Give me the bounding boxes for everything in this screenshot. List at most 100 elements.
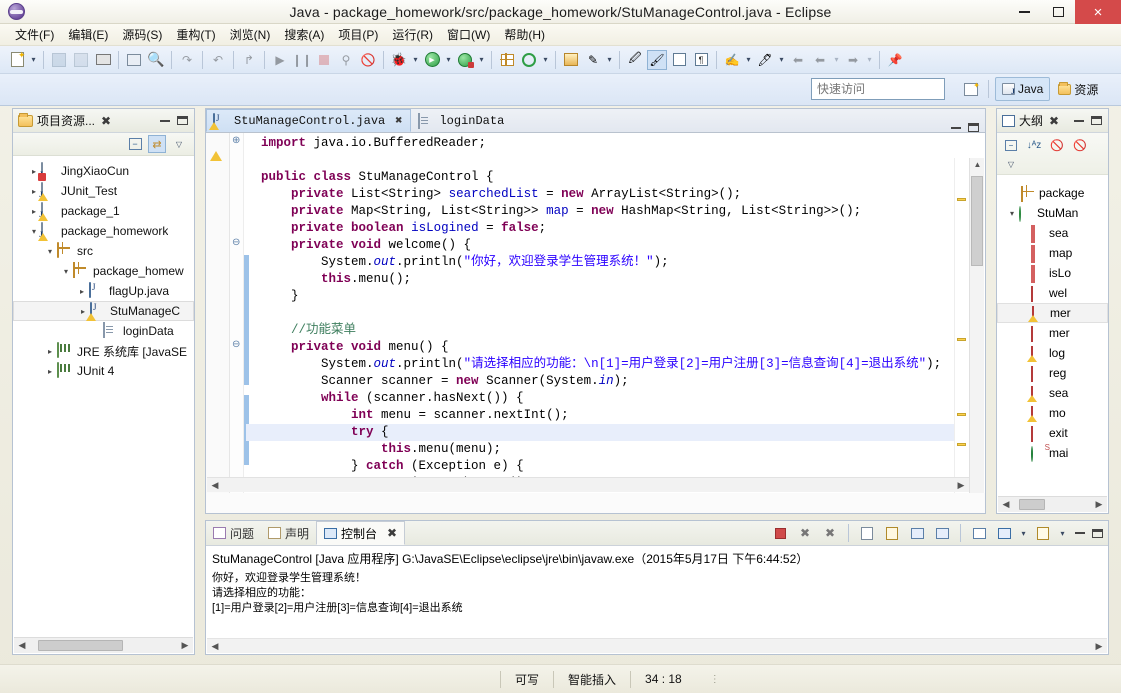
tab-logindata[interactable]: loginData bbox=[411, 109, 513, 132]
editor-code-area[interactable]: import java.io.BufferedReader; public cl… bbox=[246, 133, 963, 493]
save-all-button[interactable] bbox=[71, 50, 91, 70]
outline-item-search[interactable]: sea bbox=[997, 383, 1108, 403]
fold-toggle-icon[interactable]: ⊕ bbox=[232, 135, 240, 146]
run-button[interactable]: ▶ bbox=[422, 50, 442, 70]
pilcrow-button[interactable]: ¶ bbox=[691, 50, 711, 70]
tree-expander[interactable]: ▸ bbox=[43, 347, 57, 356]
open-type-button[interactable] bbox=[561, 50, 581, 70]
outline-item-modify[interactable]: mo bbox=[997, 403, 1108, 423]
perspective-resource[interactable]: 资源 bbox=[1052, 77, 1104, 101]
run-coverage-button[interactable] bbox=[455, 50, 475, 70]
display-selected-console-button[interactable] bbox=[994, 523, 1014, 543]
tree-expander[interactable]: ▸ bbox=[43, 367, 57, 376]
overview-warning-marker[interactable] bbox=[957, 338, 966, 341]
maximize-button[interactable] bbox=[1041, 0, 1075, 24]
tab-console[interactable]: 控制台 ✖ bbox=[316, 521, 406, 545]
tree-item-package-homework[interactable]: ▾ package_homework bbox=[13, 221, 194, 241]
disconnect-button[interactable]: ⚲ bbox=[336, 50, 356, 70]
sort-button[interactable]: ↓ᴬz bbox=[1025, 136, 1043, 154]
quick-access-input[interactable] bbox=[811, 78, 945, 100]
fold-toggle-icon[interactable]: ⊖ bbox=[232, 339, 240, 350]
new-class-dropdown-icon[interactable]: ▾ bbox=[604, 51, 615, 69]
outline-item-map[interactable]: map bbox=[997, 243, 1108, 263]
project-explorer-maximize-icon[interactable] bbox=[177, 116, 188, 125]
back-dropdown-icon[interactable]: ▾ bbox=[831, 51, 842, 69]
show-console-button[interactable] bbox=[907, 523, 927, 543]
menu-source[interactable]: 源码(S) bbox=[115, 24, 169, 45]
outline-item-welcome[interactable]: wel bbox=[997, 283, 1108, 303]
project-explorer-close-icon[interactable]: ✖ bbox=[101, 114, 111, 128]
tree-item-stumanagecontrol-java[interactable]: ▸ StuManageC bbox=[13, 301, 194, 321]
scroll-right-icon[interactable]: ▶ bbox=[177, 640, 193, 651]
outline-minimize-icon[interactable] bbox=[1074, 119, 1084, 122]
search-button[interactable]: 🔍 bbox=[146, 50, 166, 70]
toggle-mark-occurrences-button[interactable]: 🖉 bbox=[625, 50, 645, 70]
tab-declaration[interactable]: 声明 bbox=[261, 521, 316, 545]
outline-item-islogined[interactable]: isLo bbox=[997, 263, 1108, 283]
editor-tab-close-icon[interactable]: ✖ bbox=[395, 113, 402, 128]
scroll-right-icon[interactable]: ▶ bbox=[1091, 499, 1107, 510]
outline-item-package[interactable]: package bbox=[997, 183, 1108, 203]
forward-back-button[interactable]: ⬅ bbox=[810, 50, 830, 70]
editor-vscrollbar[interactable]: ▲ ▼ bbox=[969, 158, 984, 493]
menu-navigate[interactable]: 浏览(N) bbox=[223, 24, 278, 45]
menu-run[interactable]: 运行(R) bbox=[385, 24, 440, 45]
console-minimize-icon[interactable] bbox=[1075, 532, 1085, 534]
tree-item-logindata[interactable]: loginData bbox=[13, 321, 194, 341]
tree-item-package-homew[interactable]: ▾ package_homew bbox=[13, 261, 194, 281]
outline-item-class[interactable]: ▾ StuMan bbox=[997, 203, 1108, 223]
tree-item-flagup-java[interactable]: ▸ flagUp.java bbox=[13, 281, 194, 301]
scroll-left-icon[interactable]: ◀ bbox=[14, 640, 30, 651]
remove-all-terminated-button[interactable]: ✖ bbox=[820, 523, 840, 543]
outline-item-main[interactable]: S mai bbox=[997, 443, 1108, 463]
outline-item-login[interactable]: log bbox=[997, 343, 1108, 363]
scroll-thumb[interactable] bbox=[971, 176, 983, 266]
run-coverage-dropdown-icon[interactable]: ▾ bbox=[476, 51, 487, 69]
scroll-right-icon[interactable]: ▶ bbox=[1091, 641, 1107, 652]
outline-item-searchedlist[interactable]: sea bbox=[997, 223, 1108, 243]
tree-item-jre-library[interactable]: ▸ JRE 系统库 [JavaSE bbox=[13, 341, 194, 361]
suspend-button[interactable]: ❙❙ bbox=[292, 50, 312, 70]
console-hscrollbar[interactable]: ◀ ▶ bbox=[207, 638, 1107, 653]
scroll-left-icon[interactable]: ◀ bbox=[207, 480, 223, 491]
hide-fields-button[interactable]: 🚫 bbox=[1048, 136, 1066, 154]
next-annotation-dropdown-icon[interactable]: ▾ bbox=[776, 51, 787, 69]
collapse-all-button[interactable]: − bbox=[126, 135, 144, 153]
perspective-java[interactable]: Java bbox=[995, 77, 1051, 101]
outline-close-icon[interactable]: ✖ bbox=[1049, 114, 1059, 128]
outline-item-menu-int[interactable]: mer bbox=[997, 323, 1108, 343]
new-java-class-button[interactable]: ✎ bbox=[583, 50, 603, 70]
link-with-editor-button[interactable]: ⇄ bbox=[148, 135, 166, 153]
step-return-button[interactable]: ↱ bbox=[239, 50, 259, 70]
collapse-all-button[interactable]: − bbox=[1002, 136, 1020, 154]
clear-console-button[interactable] bbox=[857, 523, 877, 543]
run-dropdown-icon[interactable]: ▾ bbox=[443, 51, 454, 69]
external-tools-dropdown-icon[interactable]: ▾ bbox=[540, 51, 551, 69]
toggle-java-editor-button[interactable]: 🖌 bbox=[647, 49, 667, 70]
outline-expander[interactable]: ▾ bbox=[1005, 209, 1019, 218]
scroll-thumb[interactable] bbox=[1019, 499, 1045, 510]
step-into-button[interactable]: ↷ bbox=[177, 50, 197, 70]
tree-item-package-1[interactable]: ▸ package_1 bbox=[13, 201, 194, 221]
console-output[interactable]: 你好，欢迎登录学生管理系统！ 请选择相应的功能： [1]=用户登录[2]=用户注… bbox=[206, 569, 1108, 631]
overview-warning-marker[interactable] bbox=[957, 443, 966, 446]
new-wizard-dropdown-icon[interactable]: ▾ bbox=[28, 51, 39, 69]
view-menu-button[interactable]: ▽ bbox=[170, 135, 188, 153]
external-tools-button[interactable] bbox=[519, 50, 539, 70]
tree-item-junit-test[interactable]: ▸ JUnit_Test bbox=[13, 181, 194, 201]
scroll-lock-button[interactable] bbox=[882, 523, 902, 543]
hide-static-button[interactable]: 🚫 bbox=[1071, 136, 1089, 154]
step-over-button[interactable]: ↶ bbox=[208, 50, 228, 70]
pin-editor-button[interactable]: 📌 bbox=[885, 50, 905, 70]
outline-item-exit[interactable]: exit bbox=[997, 423, 1108, 443]
overview-warning-marker[interactable] bbox=[957, 198, 966, 201]
back-button[interactable]: ⬅ bbox=[788, 50, 808, 70]
forward-button[interactable]: ➡ bbox=[843, 50, 863, 70]
terminate-button[interactable] bbox=[314, 50, 334, 70]
scroll-thumb[interactable] bbox=[38, 640, 123, 651]
console-maximize-icon[interactable] bbox=[1092, 528, 1103, 538]
project-explorer-minimize-icon[interactable] bbox=[160, 119, 170, 122]
outline-maximize-icon[interactable] bbox=[1091, 116, 1102, 125]
tab-stumanagecontrol-java[interactable]: StuManageControl.java ✖ bbox=[206, 109, 412, 132]
save-button[interactable] bbox=[49, 50, 69, 70]
